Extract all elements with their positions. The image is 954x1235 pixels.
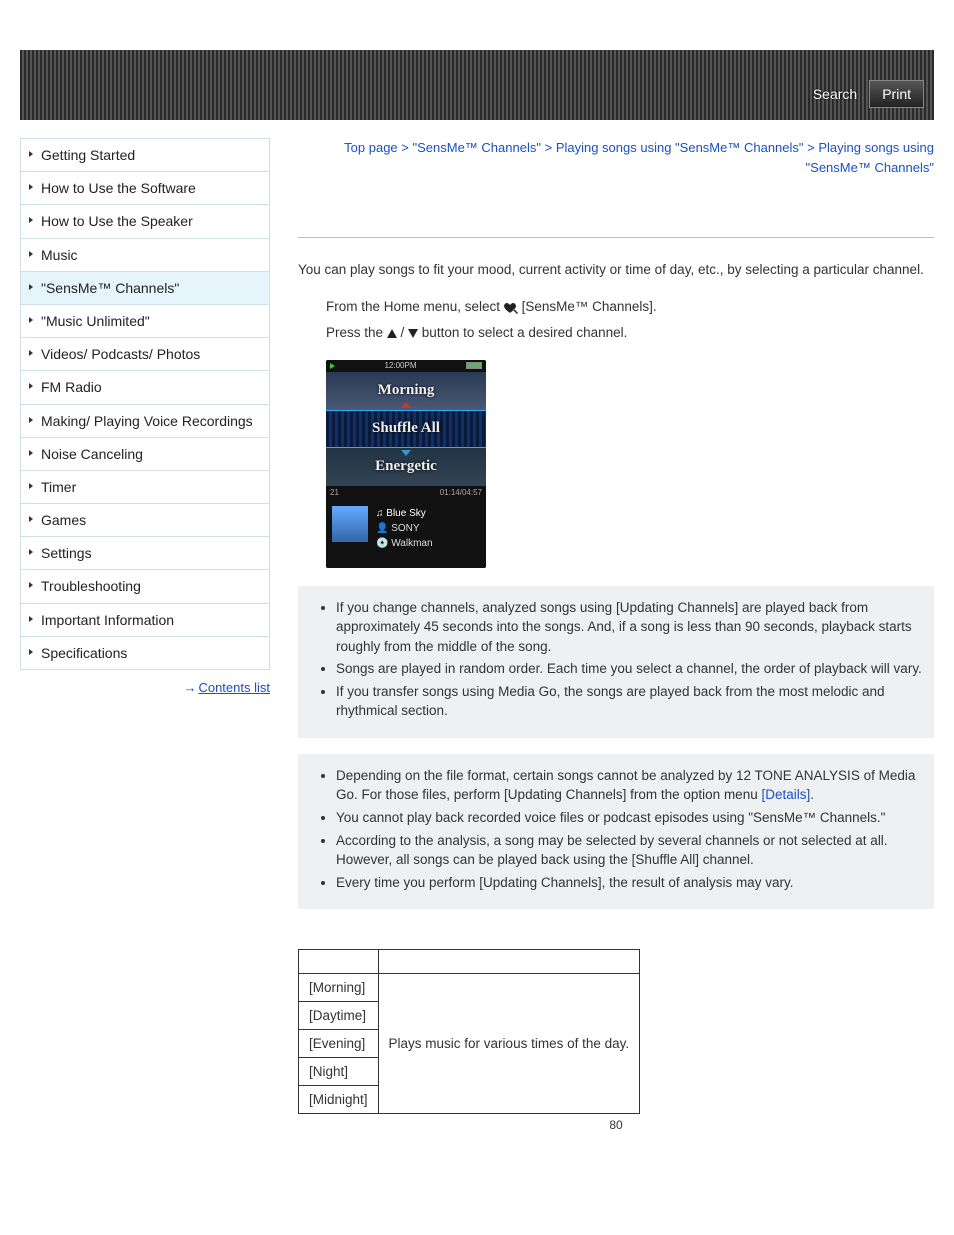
- breadcrumb-sensme[interactable]: "SensMe™ Channels": [413, 140, 541, 155]
- breadcrumb-sep: >: [807, 140, 815, 155]
- sidebar-item-speaker[interactable]: How to Use the Speaker: [21, 205, 269, 238]
- table-header-1: [299, 950, 379, 974]
- step-2-text-b: button to select a desired channel.: [418, 325, 627, 340]
- channel-energetic-label: Energetic: [375, 458, 437, 475]
- breadcrumb-sep: >: [545, 140, 553, 155]
- sidebar-item-music[interactable]: Music: [21, 239, 269, 272]
- arrow-down-icon: [401, 450, 411, 456]
- sensme-heart-icon: [504, 302, 518, 314]
- step-1: From the Home menu, select [SensMe™ Chan…: [326, 294, 934, 320]
- header-bar: Search Print: [20, 50, 934, 120]
- device-screenshot: 12:00PM Morning Shuffle All Energetic 21…: [326, 360, 486, 568]
- track-elapsed: 01:14/04:57: [440, 488, 482, 497]
- hint-2: Songs are played in random order. Each t…: [336, 659, 926, 679]
- hint-box: If you change channels, analyzed songs u…: [298, 586, 934, 738]
- intro-text: You can play songs to fit your mood, cur…: [298, 260, 934, 280]
- note-1: Depending on the file format, certain so…: [336, 766, 926, 805]
- up-icon: [387, 329, 397, 338]
- main-content: Top page > "SensMe™ Channels" > Playing …: [298, 138, 934, 1132]
- table-row-evening: [Evening]: [299, 1030, 379, 1058]
- note-1-a: Depending on the file format, certain so…: [336, 768, 915, 803]
- channel-table: [Morning]Plays music for various times o…: [298, 949, 640, 1114]
- breadcrumb-top[interactable]: Top page: [344, 140, 398, 155]
- note-1-b: .: [810, 787, 814, 802]
- sidebar-item-voice[interactable]: Making/ Playing Voice Recordings: [21, 405, 269, 438]
- step-2: Press the / button to select a desired c…: [326, 320, 934, 346]
- details-link[interactable]: [Details]: [761, 787, 810, 802]
- note-2: You cannot play back recorded voice file…: [336, 808, 926, 828]
- channel-shuffle-label: Shuffle All: [372, 420, 440, 437]
- channel-morning: Morning: [326, 372, 486, 410]
- hint-3: If you transfer songs using Media Go, th…: [336, 682, 926, 721]
- sidebar-item-important[interactable]: Important Information: [21, 604, 269, 637]
- sidebar-nav: Getting Started How to Use the Software …: [20, 138, 270, 670]
- step-1-text-b: [SensMe™ Channels].: [518, 299, 657, 314]
- table-row-midnight: [Midnight]: [299, 1086, 379, 1114]
- sidebar-item-noise[interactable]: Noise Canceling: [21, 438, 269, 471]
- table-desc: Plays music for various times of the day…: [378, 974, 640, 1114]
- track-album: Walkman: [391, 538, 432, 549]
- track-artist: SONY: [391, 523, 419, 534]
- breadcrumb-playing[interactable]: Playing songs using "SensMe™ Channels": [556, 140, 804, 155]
- channel-morning-label: Morning: [378, 382, 435, 399]
- album-art: [332, 506, 368, 542]
- print-button[interactable]: Print: [869, 80, 924, 108]
- down-icon: [408, 329, 418, 338]
- arrow-right-icon: →: [183, 680, 194, 695]
- track-title: Blue Sky: [386, 508, 425, 519]
- sidebar-item-music-unlimited[interactable]: "Music Unlimited": [21, 305, 269, 338]
- table-row-night: [Night]: [299, 1058, 379, 1086]
- sidebar-item-getting-started[interactable]: Getting Started: [21, 139, 269, 172]
- sidebar-item-troubleshooting[interactable]: Troubleshooting: [21, 570, 269, 603]
- sidebar-item-software[interactable]: How to Use the Software: [21, 172, 269, 205]
- channel-shuffle: Shuffle All: [326, 410, 486, 448]
- sidebar-item-timer[interactable]: Timer: [21, 471, 269, 504]
- table-header-2: [378, 950, 640, 974]
- divider: [298, 237, 934, 238]
- device-clock: 12:00PM: [384, 361, 416, 370]
- note-3: According to the analysis, a song may be…: [336, 831, 926, 870]
- breadcrumb-sep: >: [401, 140, 409, 155]
- sidebar-item-videos[interactable]: Videos/ Podcasts/ Photos: [21, 338, 269, 371]
- sidebar-item-settings[interactable]: Settings: [21, 537, 269, 570]
- note-box: Depending on the file format, certain so…: [298, 754, 934, 909]
- battery-icon: [466, 362, 482, 369]
- step-1-text-a: From the Home menu, select: [326, 299, 504, 314]
- step-2-mid: /: [397, 325, 408, 340]
- hint-1: If you change channels, analyzed songs u…: [336, 598, 926, 657]
- table-row-morning: [Morning]: [299, 974, 379, 1002]
- step-2-text-a: Press the: [326, 325, 387, 340]
- search-button[interactable]: Search: [807, 82, 863, 106]
- sidebar-item-sensme[interactable]: "SensMe™ Channels": [21, 272, 269, 305]
- breadcrumb: Top page > "SensMe™ Channels" > Playing …: [298, 138, 934, 177]
- page-number: 80: [298, 1118, 934, 1132]
- sidebar-item-specifications[interactable]: Specifications: [21, 637, 269, 670]
- contents-list-link[interactable]: Contents list: [198, 680, 270, 695]
- breadcrumb-current: Playing songs using "SensMe™ Channels": [806, 140, 934, 175]
- sidebar: Getting Started How to Use the Software …: [20, 138, 270, 1132]
- sidebar-item-games[interactable]: Games: [21, 504, 269, 537]
- channel-energetic: Energetic: [326, 448, 486, 486]
- note-4: Every time you perform [Updating Channel…: [336, 873, 926, 893]
- play-icon: [330, 363, 335, 369]
- table-row-daytime: [Daytime]: [299, 1002, 379, 1030]
- arrow-up-icon: [401, 402, 411, 408]
- track-count: 21: [330, 488, 339, 497]
- sidebar-item-fm[interactable]: FM Radio: [21, 371, 269, 404]
